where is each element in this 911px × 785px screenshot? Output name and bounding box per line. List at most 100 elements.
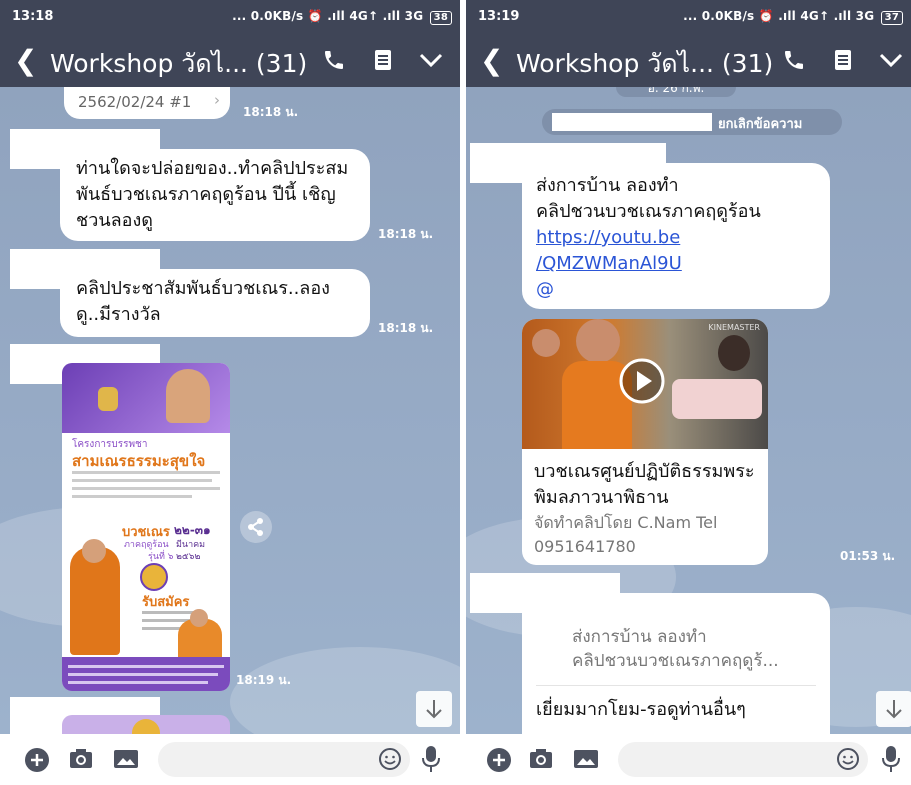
message-text: คลิปประชาสัมพันธ์บวชเณร..ลองดู..มีรางวัล xyxy=(76,278,330,325)
poster-text-line xyxy=(72,495,192,498)
next-image-preview[interactable] xyxy=(62,715,230,734)
chevron-right-icon: › xyxy=(214,91,220,109)
chevron-down-icon[interactable] xyxy=(418,52,444,70)
message-input[interactable] xyxy=(618,742,868,777)
play-icon[interactable] xyxy=(618,357,666,405)
chat-title[interactable]: Workshop วัดไ... (31) xyxy=(50,44,307,84)
message-bubble[interactable]: ท่านใดจะปล่อยของ..ทำคลิปประสมพันธ์บวชเณร… xyxy=(60,149,370,241)
battery-icon: 37 xyxy=(880,11,903,25)
seal-icon xyxy=(140,563,168,591)
camera-icon[interactable] xyxy=(528,747,554,771)
emoji-icon[interactable] xyxy=(836,747,860,771)
status-network-text: ... 0.0KB/s ⏰ .ıll 4G↑ .ıll 3G xyxy=(232,9,424,23)
message-line: ส่งการบ้าน ลองทำ xyxy=(536,175,679,196)
share-icon[interactable] xyxy=(240,511,272,543)
notes-icon[interactable] xyxy=(832,48,854,72)
chat-title[interactable]: Workshop วัดไ... (31) xyxy=(516,44,773,84)
message-text: ท่านใดจะปล่อยของ..ทำคลิปประสมพันธ์บวชเณร… xyxy=(76,158,349,231)
watermark-text: KINEMASTER xyxy=(708,323,760,332)
novice-head-image xyxy=(190,609,208,627)
message-time: 18:18 น. xyxy=(243,105,299,119)
youtube-link-path[interactable]: /QMZWManAl9U xyxy=(536,251,816,277)
mention-symbol[interactable]: @ xyxy=(536,277,816,303)
status-bar: 13:19 ... 0.0KB/s ⏰ .ıll 4G↑ .ıll 3G 37 xyxy=(466,0,911,34)
emblem-icon xyxy=(98,387,118,411)
share-glyph-icon xyxy=(248,518,263,536)
image-icon[interactable] xyxy=(572,747,600,771)
monk-figure-image xyxy=(70,547,120,655)
previous-message-bubble[interactable]: 2562/02/24 #1 › xyxy=(64,87,230,119)
chevron-down-icon[interactable] xyxy=(878,52,904,70)
video-thumbnail[interactable]: KINEMASTER xyxy=(522,319,768,449)
message-time: 01:53 น. xyxy=(840,549,896,563)
youtube-link[interactable]: https://youtu.be xyxy=(536,225,816,251)
chat-header: ❮ Workshop วัดไ... (31) xyxy=(0,34,460,87)
status-indicators: ... 0.0KB/s ⏰ .ıll 4G↑ .ıll 3G 37 xyxy=(683,9,903,25)
unsent-name-redacted xyxy=(552,113,712,131)
back-arrow-icon[interactable]: ❮ xyxy=(480,44,503,77)
microphone-icon[interactable] xyxy=(880,744,902,774)
person-head-image xyxy=(532,329,560,357)
chat-area[interactable]: อ. 26 ก.พ. ยกเลิกข้อความ ส่งการบ้าน ลองท… xyxy=(466,87,911,734)
status-bar: 13:18 ... 0.0KB/s ⏰ .ıll 4G↑ .ıll 3G 38 xyxy=(0,0,460,34)
arrow-down-icon xyxy=(886,700,902,719)
message-input[interactable] xyxy=(158,742,410,777)
message-composer xyxy=(466,734,911,785)
message-time: 18:18 น. xyxy=(378,227,434,241)
microphone-icon[interactable] xyxy=(420,744,442,774)
poster-text-line xyxy=(72,479,212,482)
emblem-icon xyxy=(132,719,160,734)
status-network-text: ... 0.0KB/s ⏰ .ıll 4G↑ .ıll 3G xyxy=(683,9,875,23)
video-preview-card[interactable]: KINEMASTER บวชเณรศูนย์ปฏิบัติธรรมพระพิมล… xyxy=(522,319,768,565)
quoted-message[interactable]: ส่งการบ้าน ลองทำ คลิปชวนบวชเณรภาคฤดูร้..… xyxy=(572,625,822,673)
video-description: จัดทำคลิปโดย C.Nam Tel 0951641780 xyxy=(534,513,718,556)
monk-head-image xyxy=(82,539,106,563)
previous-message-text: 2562/02/24 #1 xyxy=(78,93,192,111)
person-head-image xyxy=(576,319,620,363)
phone-call-icon[interactable] xyxy=(782,48,806,72)
poster-text-line xyxy=(72,471,220,474)
message-time: 18:19 น. xyxy=(236,673,292,687)
arrow-down-icon xyxy=(426,700,442,719)
poster-text-line xyxy=(68,665,224,668)
person-hair-image xyxy=(718,335,750,371)
hands-image xyxy=(672,379,762,419)
poster-year: ๒๕๖๒ xyxy=(176,552,201,562)
scroll-down-button[interactable] xyxy=(416,691,452,727)
quoted-line: คลิปชวนบวชเณรภาคฤดูร้... xyxy=(572,651,779,671)
message-time: 18:18 น. xyxy=(378,321,434,335)
notes-icon[interactable] xyxy=(372,48,394,72)
video-title: บวชเณรศูนย์ปฏิบัติธรรมพระพิมลภาวนาพิธาน xyxy=(534,461,755,508)
quoted-line: ส่งการบ้าน ลองทำ xyxy=(572,627,707,647)
divider xyxy=(536,685,816,686)
plus-icon[interactable] xyxy=(486,747,512,773)
message-composer xyxy=(0,734,460,785)
unsent-notice: ยกเลิกข้อความ xyxy=(542,109,842,135)
message-line: คลิปชวนบวชเณรภาคฤดูร้อน xyxy=(536,201,761,222)
image-icon[interactable] xyxy=(112,747,140,771)
poster-text-line xyxy=(68,681,208,684)
unsent-text: ยกเลิกข้อความ xyxy=(718,117,803,132)
date-separator: อ. 26 ก.พ. xyxy=(616,87,736,97)
poster-batch: รุ่นที่ ๖ xyxy=(148,552,174,562)
image-poster[interactable]: โครงการบรรพชา สามเณรธรรมะสุขใจ บวชเณร ภา… xyxy=(62,363,230,691)
poster-apply: รับสมัคร xyxy=(142,595,190,610)
poster-title: สามเณรธรรมะสุขใจ xyxy=(72,452,206,470)
reply-text: เยี่ยมมากโยม-รอดูท่านอื่นๆ xyxy=(536,699,746,720)
message-bubble[interactable]: คลิปประชาสัมพันธ์บวชเณร..ลองดู..มีรางวัล xyxy=(60,269,370,337)
chat-header: ❮ Workshop วัดไ... (31) xyxy=(466,34,911,87)
phone-call-icon[interactable] xyxy=(322,48,346,72)
reply-message-bubble[interactable]: ส่งการบ้าน ลองทำ คลิปชวนบวชเณรภาคฤดูร้..… xyxy=(522,593,830,734)
plus-icon[interactable] xyxy=(24,747,50,773)
message-bubble[interactable]: ส่งการบ้าน ลองทำ คลิปชวนบวชเณรภาคฤดูร้อน… xyxy=(522,163,830,309)
poster-text-line xyxy=(72,487,220,490)
chat-area[interactable]: 2562/02/24 #1 › 18:18 น. ท่านใดจะปล่อยขอ… xyxy=(0,87,460,734)
portrait-image xyxy=(166,369,210,423)
back-arrow-icon[interactable]: ❮ xyxy=(14,44,37,77)
scroll-down-button[interactable] xyxy=(876,691,911,727)
camera-icon[interactable] xyxy=(68,747,94,771)
status-time: 13:18 xyxy=(12,9,54,24)
left-phone-screen: 13:18 ... 0.0KB/s ⏰ .ıll 4G↑ .ıll 3G 38 … xyxy=(0,0,460,785)
emoji-icon[interactable] xyxy=(378,747,402,771)
date-text: อ. 26 ก.พ. xyxy=(647,87,705,95)
